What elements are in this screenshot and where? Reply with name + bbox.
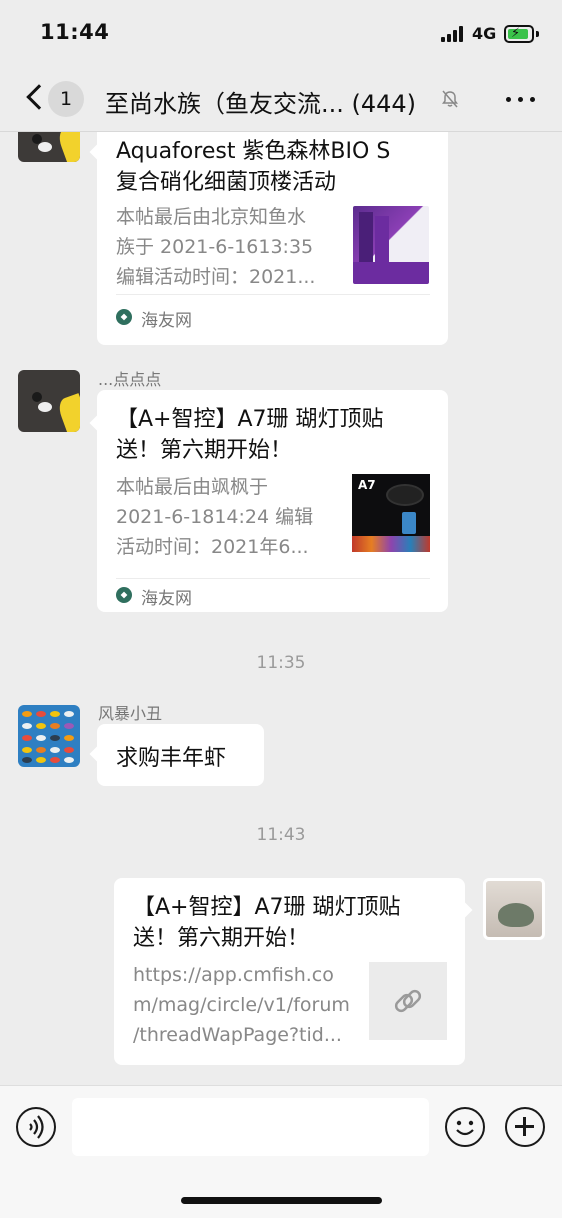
link-icon bbox=[394, 989, 422, 1013]
battery-nub bbox=[536, 31, 539, 37]
card-thumbnail bbox=[353, 206, 429, 284]
more-dots-icon[interactable] bbox=[506, 97, 536, 103]
chat-area[interactable]: Aquaforest 紫色森林BIO S 复合硝化细菌顶楼活动 本帖最后由北京知… bbox=[0, 132, 562, 1085]
card-title: Aquaforest 紫色森林BIO S 复合硝化细菌顶楼活动 bbox=[116, 139, 391, 195]
card-description: 本帖最后由飒枫于 2021-6-1814:24 编辑 活动时间：2021年6..… bbox=[116, 476, 314, 558]
bell-slash-icon bbox=[442, 90, 458, 108]
smile-icon[interactable] bbox=[445, 1107, 485, 1147]
nav-bar: 1 至尚水族（鱼友交流... (444) bbox=[0, 64, 562, 132]
chat-title: 至尚水族（鱼友交流... (444) bbox=[105, 90, 417, 118]
network-label: 4G bbox=[472, 24, 497, 43]
plus-icon[interactable] bbox=[505, 1107, 545, 1147]
sender-name: 风暴小丑 bbox=[98, 704, 163, 723]
sender-name: ...点点点 bbox=[98, 370, 162, 389]
text-message-bubble[interactable]: 求购丰年虾 bbox=[97, 724, 264, 786]
status-bar: 11:44 4G ⚡ bbox=[0, 0, 562, 64]
card-thumbnail: A7 bbox=[352, 474, 430, 552]
card-url: https://app.cmfish.co m/mag/circle/v1/fo… bbox=[133, 964, 350, 1046]
link-card[interactable]: 【A+智控】A7珊 瑚灯顶贴 送！第六期开始！ https://app.cmfi… bbox=[114, 878, 465, 1065]
signal-icon bbox=[441, 26, 465, 42]
card-title: 【A+智控】A7珊 瑚灯顶贴 送！第六期开始！ bbox=[116, 407, 384, 463]
card-source: 海友网 bbox=[141, 311, 192, 331]
status-time: 11:44 bbox=[40, 20, 110, 44]
sender-avatar[interactable] bbox=[18, 370, 80, 432]
link-thumbnail bbox=[369, 962, 447, 1040]
card-title: 【A+智控】A7珊 瑚灯顶贴 送！第六期开始！ bbox=[133, 895, 401, 951]
card-source: 海友网 bbox=[141, 589, 192, 609]
message-timestamp: 11:35 bbox=[256, 653, 306, 673]
voice-icon[interactable] bbox=[16, 1107, 56, 1147]
battery-icon: ⚡ bbox=[504, 25, 534, 43]
unread-badge[interactable]: 1 bbox=[48, 81, 84, 117]
source-icon bbox=[116, 587, 132, 603]
my-avatar[interactable] bbox=[483, 878, 545, 940]
source-icon bbox=[116, 309, 132, 325]
sender-avatar[interactable] bbox=[18, 705, 80, 767]
message-text: 求购丰年虾 bbox=[116, 746, 227, 771]
sender-avatar[interactable] bbox=[18, 132, 80, 162]
home-indicator bbox=[181, 1197, 382, 1204]
article-card[interactable]: Aquaforest 紫色森林BIO S 复合硝化细菌顶楼活动 本帖最后由北京知… bbox=[97, 132, 448, 345]
message-timestamp: 11:43 bbox=[256, 825, 306, 845]
article-card[interactable]: 【A+智控】A7珊 瑚灯顶贴 送！第六期开始！ 本帖最后由飒枫于 2021-6-… bbox=[97, 390, 448, 612]
message-input[interactable] bbox=[72, 1098, 429, 1156]
card-description: 本帖最后由北京知鱼水 族于 2021-6-1613:35 编辑活动时间：2021… bbox=[116, 206, 316, 288]
